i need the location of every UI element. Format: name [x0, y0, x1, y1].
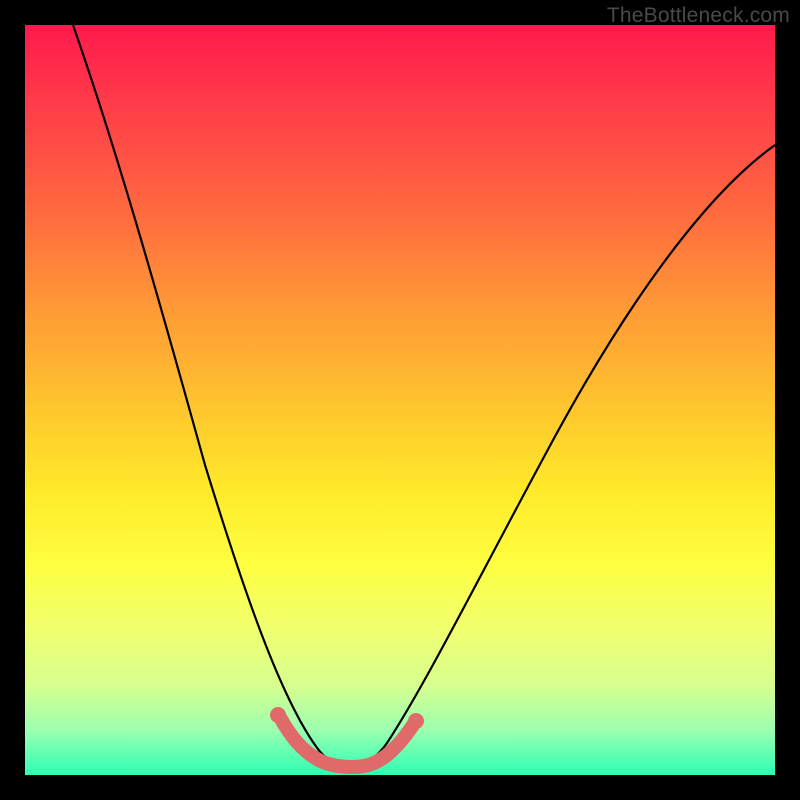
- watermark-text: TheBottleneck.com: [607, 4, 790, 28]
- highlight-dot-left: [270, 707, 286, 723]
- highlight-dot-right: [408, 713, 424, 729]
- chart-frame: TheBottleneck.com: [0, 0, 800, 800]
- plot-area: [25, 25, 775, 775]
- highlight-band: [281, 719, 413, 767]
- curve-layer: [25, 25, 775, 775]
- bottleneck-curve: [73, 25, 775, 765]
